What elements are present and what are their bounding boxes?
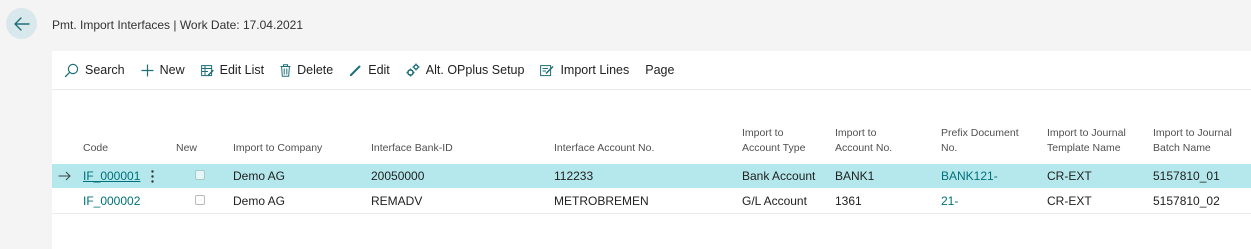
journal-batch-cell[interactable]: 5157810_01 xyxy=(1153,164,1220,188)
journal-template-cell[interactable]: CR-EXT xyxy=(1047,189,1092,213)
import-lines-label: Import Lines xyxy=(560,63,630,77)
interface-account-no-cell[interactable]: METROBREMEN xyxy=(554,189,649,213)
search-button[interactable]: Search xyxy=(60,51,133,89)
account-no-cell[interactable]: 1361 xyxy=(835,189,862,213)
back-button[interactable] xyxy=(6,8,37,39)
column-header-code[interactable]: Code xyxy=(83,141,108,156)
import-lines-button[interactable]: Import Lines xyxy=(532,51,637,89)
new-checkbox[interactable] xyxy=(195,195,205,205)
column-header-journal-batch-name[interactable]: Import to Journal Batch Name xyxy=(1153,126,1232,156)
account-type-cell[interactable]: Bank Account xyxy=(742,164,815,188)
page-menu-button[interactable]: Page xyxy=(637,51,682,89)
column-header-new[interactable]: New xyxy=(176,141,197,156)
column-header-line: Import to xyxy=(742,127,784,139)
import-lines-icon xyxy=(540,65,554,77)
edit-label: Edit xyxy=(368,63,390,77)
interface-bank-id-cell[interactable]: REMADV xyxy=(371,189,422,213)
journal-batch-cell[interactable]: 5157810_02 xyxy=(1153,189,1220,213)
row-actions-menu-icon[interactable] xyxy=(151,164,154,188)
plus-icon xyxy=(141,64,154,76)
list-panel: Search New Edit List Delete Edit Alt. OP… xyxy=(52,51,1251,249)
delete-label: Delete xyxy=(297,63,334,77)
import-to-company-cell[interactable]: Demo AG xyxy=(233,164,285,188)
edit-list-icon xyxy=(200,64,214,76)
delete-button[interactable]: Delete xyxy=(272,51,341,89)
alt-opplus-setup-button[interactable]: Alt. OPplus Setup xyxy=(398,51,533,89)
import-to-company-cell[interactable]: Demo AG xyxy=(233,189,285,213)
account-type-cell[interactable]: G/L Account xyxy=(742,189,807,213)
table-row[interactable]: IF_000001 Demo AG 20050000 112233 Bank A… xyxy=(52,164,1251,188)
interface-account-no-cell[interactable]: 112233 xyxy=(554,164,593,188)
action-bar: Search New Edit List Delete Edit Alt. OP… xyxy=(52,51,1251,89)
column-header-import-to-company[interactable]: Import to Company xyxy=(233,141,322,156)
edit-list-label: Edit List xyxy=(219,63,265,77)
column-header-line: Account No. xyxy=(835,142,893,154)
interface-bank-id-cell[interactable]: 20050000 xyxy=(371,164,424,188)
new-label: New xyxy=(159,63,185,77)
column-header-line: Batch Name xyxy=(1153,142,1211,154)
trash-icon xyxy=(280,63,291,77)
code-link[interactable]: IF_000002 xyxy=(83,189,140,213)
column-header-line: No. xyxy=(941,142,958,154)
new-checkbox[interactable] xyxy=(195,170,205,180)
column-header-import-to-account-no[interactable]: Import to Account No. xyxy=(835,126,892,156)
alt-opplus-setup-label: Alt. OPplus Setup xyxy=(425,63,525,77)
pencil-icon xyxy=(350,65,361,76)
row-divider xyxy=(52,213,1251,214)
column-header-line: Import to xyxy=(835,127,877,139)
new-button[interactable]: New xyxy=(133,51,193,89)
account-no-cell[interactable]: BANK1 xyxy=(835,164,874,188)
column-header-line: Prefix Document xyxy=(941,127,1019,139)
prefix-document-no-link[interactable]: 21- xyxy=(941,189,958,213)
column-header-import-to-account-type[interactable]: Import to Account Type xyxy=(742,126,805,156)
column-header-interface-bank-id[interactable]: Interface Bank-ID xyxy=(371,141,453,156)
column-header-line: Account Type xyxy=(742,142,806,154)
column-header-journal-template-name[interactable]: Import to Journal Template Name xyxy=(1047,126,1126,156)
toolbar-divider xyxy=(52,89,1251,90)
column-header-interface-account-no[interactable]: Interface Account No. xyxy=(554,141,654,156)
edit-button[interactable]: Edit xyxy=(341,51,398,89)
journal-template-cell[interactable]: CR-EXT xyxy=(1047,164,1092,188)
prefix-document-no-link[interactable]: BANK121- xyxy=(941,164,998,188)
search-icon xyxy=(64,63,79,77)
code-link[interactable]: IF_000001 xyxy=(83,164,140,188)
column-header-line: Import to Journal xyxy=(1153,127,1232,139)
search-label: Search xyxy=(85,63,125,77)
column-header-line: Import to Journal xyxy=(1047,127,1126,139)
page-label: Page xyxy=(645,63,675,77)
edit-list-button[interactable]: Edit List xyxy=(193,51,272,89)
column-header-prefix-document-no[interactable]: Prefix Document No. xyxy=(941,126,1019,156)
page-title: Pmt. Import Interfaces | Work Date: 17.0… xyxy=(52,18,304,32)
table-row[interactable]: IF_000002 Demo AG REMADV METROBREMEN G/L… xyxy=(52,189,1251,214)
column-header-line: Template Name xyxy=(1047,142,1121,154)
setup-gears-icon xyxy=(406,63,420,77)
row-indicator-arrow-icon xyxy=(58,164,71,188)
back-arrow-icon xyxy=(13,16,30,31)
